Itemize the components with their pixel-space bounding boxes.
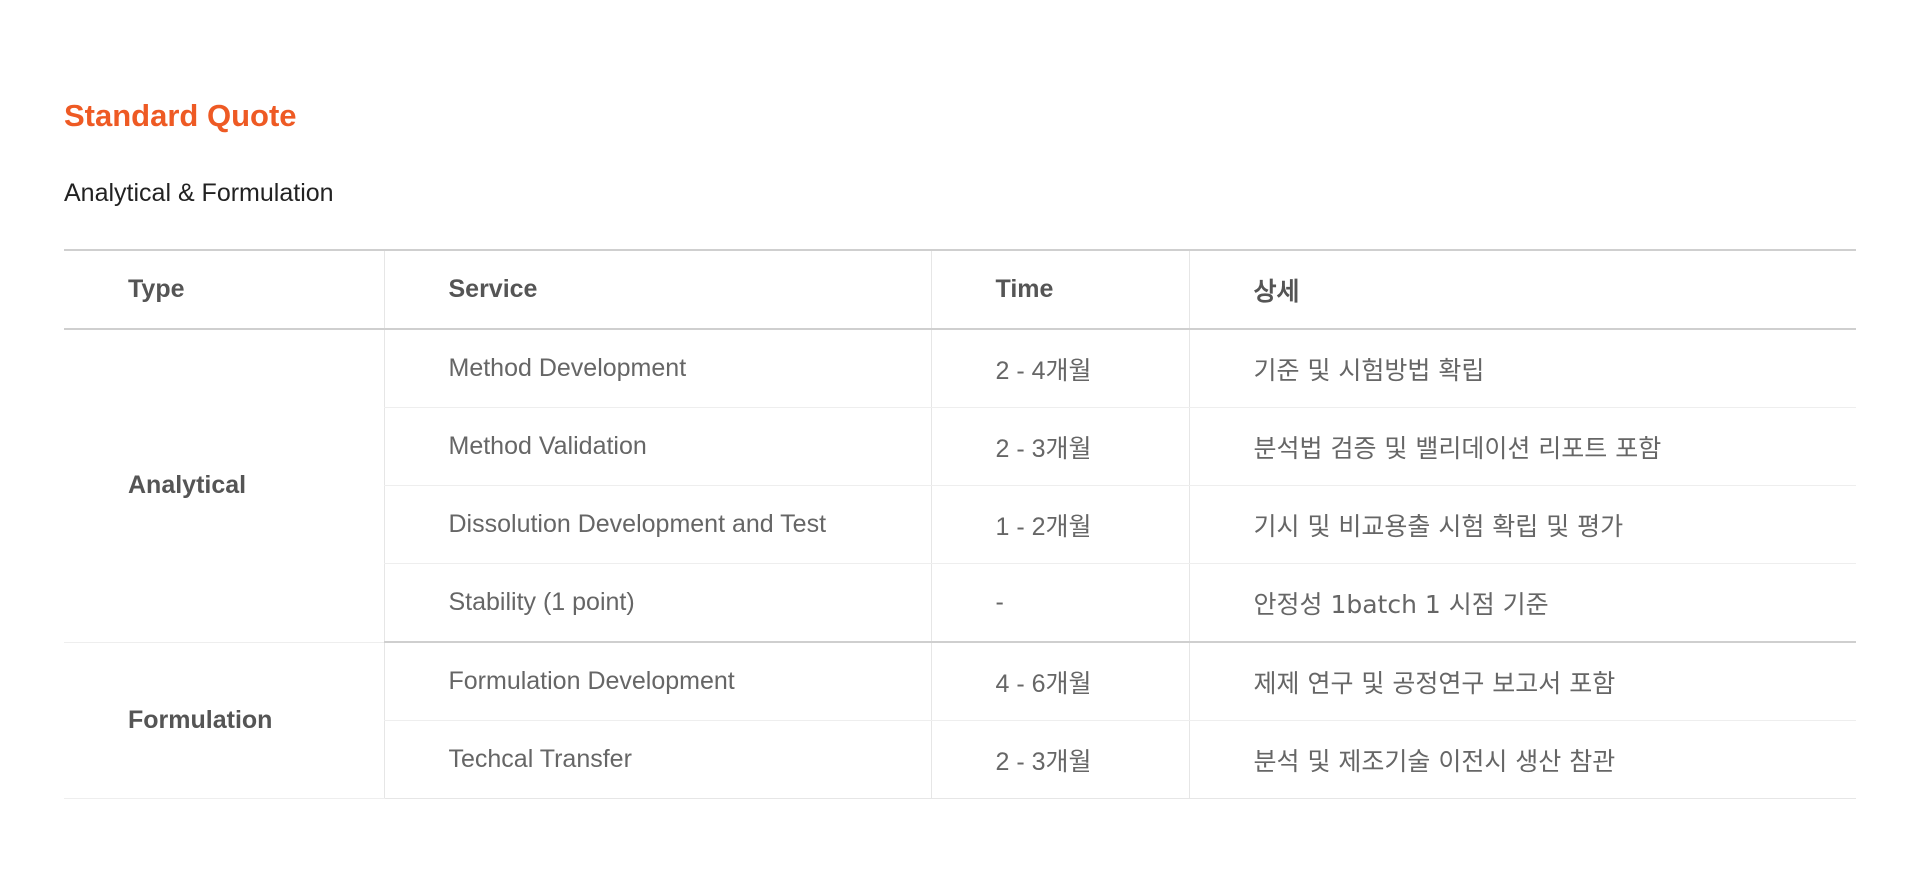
type-cell-formulation: Formulation xyxy=(64,642,384,799)
time-cell: 1 - 2개월 xyxy=(930,485,1189,564)
table-row: Formulation Formulation Development 4 - … xyxy=(64,642,1856,799)
table-header-row: Type Service Time 상세 xyxy=(64,250,1856,330)
table-row: Analytical Method Development 2 - 4개월 기준… xyxy=(64,329,1856,643)
detail-cell: 분석법 검증 및 밸리데이션 리포트 포함 xyxy=(1188,407,1856,486)
service-cell: Method Development xyxy=(383,329,931,408)
detail-cell: 기준 및 시험방법 확립 xyxy=(1188,329,1856,408)
service-cell: Formulation Development xyxy=(383,642,931,721)
type-cell-analytical: Analytical xyxy=(64,329,384,643)
time-cell: 2 - 4개월 xyxy=(930,329,1189,408)
header-time: Time xyxy=(930,250,1189,330)
detail-cell: 안정성 1batch 1 시점 기준 xyxy=(1188,563,1856,643)
detail-cell: 기시 및 비교용출 시험 확립 및 평가 xyxy=(1188,485,1856,564)
page-title: Standard Quote xyxy=(64,98,297,133)
header-type: Type xyxy=(64,250,384,330)
detail-cell: 제제 연구 및 공정연구 보고서 포함 xyxy=(1188,642,1856,721)
quote-table: Type Service Time 상세 Analytical Method D… xyxy=(64,249,1856,799)
detail-cell: 분석 및 제조기술 이전시 생산 참관 xyxy=(1188,720,1856,799)
time-cell: - xyxy=(930,563,1189,643)
service-cell: Method Validation xyxy=(383,407,931,486)
time-cell: 4 - 6개월 xyxy=(930,642,1189,721)
service-cell: Techcal Transfer xyxy=(383,720,931,799)
service-cell: Dissolution Development and Test xyxy=(383,485,931,564)
header-service: Service xyxy=(383,250,931,330)
service-cell: Stability (1 point) xyxy=(383,563,931,643)
time-cell: 2 - 3개월 xyxy=(930,407,1189,486)
header-detail: 상세 xyxy=(1188,250,1856,330)
time-cell: 2 - 3개월 xyxy=(930,720,1189,799)
page-subtitle: Analytical & Formulation xyxy=(64,179,334,207)
